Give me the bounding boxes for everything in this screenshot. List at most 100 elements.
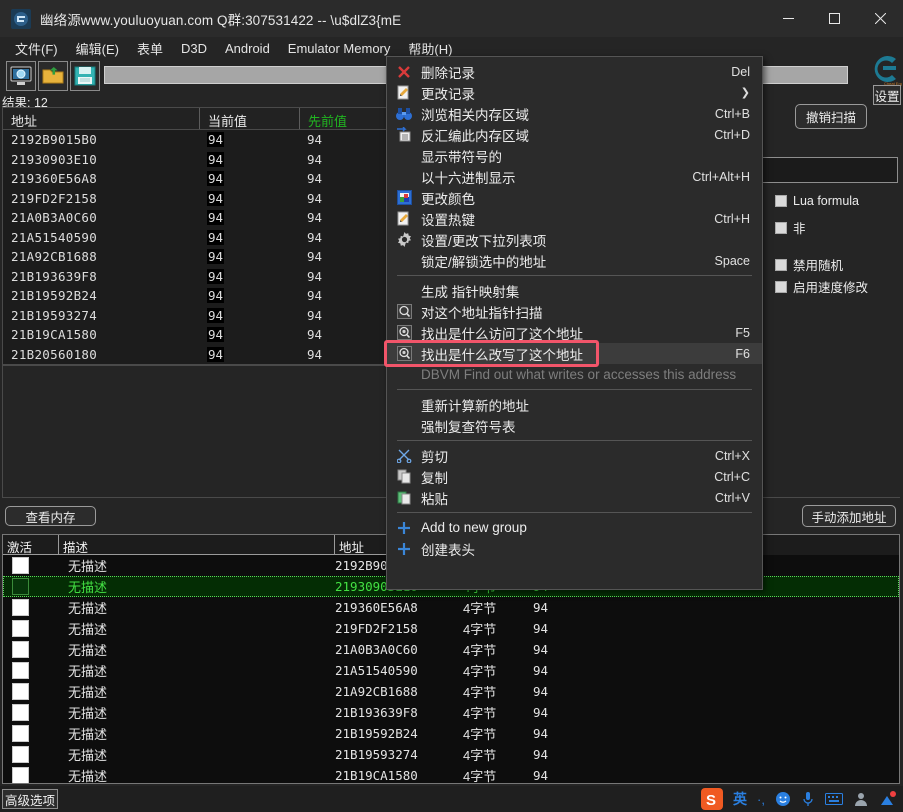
undo-scan-button[interactable]: 撤销扫描 (795, 104, 867, 129)
context-menu-item[interactable]: 复制Ctrl+C (387, 466, 762, 487)
scan-result-row[interactable]: 219360E56A89494 (3, 169, 387, 189)
row-active-checkbox[interactable] (3, 662, 59, 679)
sogou-ime-logo[interactable]: S (701, 788, 723, 810)
row-description: 无描述 (59, 703, 335, 722)
maximize-button[interactable] (811, 0, 857, 37)
result-current-value: 94 (199, 152, 299, 167)
advanced-options-button[interactable]: 高级选项 (2, 789, 58, 809)
table-row[interactable]: 无描述21B193639F84字节94 (3, 702, 899, 723)
row-active-checkbox[interactable] (3, 683, 59, 700)
table-row[interactable]: 无描述21B19CA15804字节94 (3, 765, 899, 784)
scan-result-row[interactable]: 219FD2F21589494 (3, 189, 387, 209)
table-row[interactable]: 无描述21B19592B244字节94 (3, 723, 899, 744)
menu-edit[interactable]: 编辑(E) (67, 37, 128, 60)
ime-language-icon[interactable]: 英 (733, 789, 747, 809)
context-menu-item[interactable]: 浏览相关内存区域Ctrl+B (387, 103, 762, 124)
menu-table[interactable]: 表单 (128, 37, 172, 60)
table-row[interactable]: 无描述21A92CB16884字节94 (3, 681, 899, 702)
context-menu-item[interactable]: 显示带符号的 (387, 145, 762, 166)
context-menu-item[interactable]: 重新计算新的地址 (387, 394, 762, 415)
checkbox-enable-speedhack[interactable]: 启用速度修改 (775, 277, 868, 296)
column-address[interactable]: 地址 (3, 108, 199, 129)
menu-file[interactable]: 文件(F) (6, 37, 67, 60)
row-value: 94 (525, 747, 595, 762)
context-menu-item[interactable]: 创建表头 (387, 538, 762, 559)
column-previous-value[interactable]: 先前值 (299, 108, 387, 129)
context-menu-item[interactable]: 更改颜色 (387, 187, 762, 208)
row-active-checkbox[interactable] (3, 704, 59, 721)
open-file-icon[interactable] (38, 61, 68, 91)
menu-d3d[interactable]: D3D (172, 39, 216, 58)
scan-result-row[interactable]: 21B19CA15809494 (3, 325, 387, 345)
view-memory-button[interactable]: 查看内存 (5, 506, 96, 526)
row-active-checkbox[interactable] (3, 641, 59, 658)
checkbox-lua-formula[interactable]: Lua formula (775, 194, 859, 208)
table-row[interactable]: 无描述21B195932744字节94 (3, 744, 899, 765)
scan-result-list[interactable]: 地址 当前值 先前值 2192B9015B0949421930903E10949… (2, 107, 388, 365)
save-file-icon[interactable] (70, 61, 100, 91)
scan-result-row[interactable]: 21B195932749494 (3, 306, 387, 326)
context-menu-item[interactable]: 生成 指针映射集 (387, 280, 762, 301)
context-menu-item[interactable]: 找出是什么访问了这个地址F5 (387, 322, 762, 343)
menu-emulator-memory[interactable]: Emulator Memory (279, 39, 400, 58)
close-button[interactable] (857, 0, 903, 37)
menu-android[interactable]: Android (216, 39, 279, 58)
context-menu-item[interactable]: 粘贴Ctrl+V (387, 487, 762, 508)
ime-account-icon[interactable] (853, 791, 869, 807)
scan-result-row[interactable]: 21B193639F89494 (3, 267, 387, 287)
context-menu-item[interactable]: 反汇编此内存区域Ctrl+D (387, 124, 762, 145)
scan-result-row[interactable]: 21930903E109494 (3, 150, 387, 170)
context-menu[interactable]: 删除记录Del更改记录❯浏览相关内存区域Ctrl+B反汇编此内存区域Ctrl+D… (386, 56, 763, 590)
column-current-value[interactable]: 当前值 (199, 108, 299, 129)
context-menu-item[interactable]: 对这个地址指针扫描 (387, 301, 762, 322)
scan-result-row[interactable]: 21A515405909494 (3, 228, 387, 248)
row-active-checkbox[interactable] (3, 557, 59, 574)
menu-item-label: 复制 (417, 467, 714, 487)
context-menu-item[interactable]: 更改记录❯ (387, 82, 762, 103)
context-menu-item[interactable]: 锁定/解锁选中的地址Space (387, 250, 762, 271)
ime-toolbox-icon[interactable] (879, 791, 897, 807)
ime-keyboard-icon[interactable] (825, 792, 843, 806)
chevron-right-icon: ❯ (741, 86, 750, 99)
menu-item-label: 找出是什么改写了这个地址 (417, 344, 735, 364)
context-menu-item[interactable]: Add to new group (387, 517, 762, 538)
checkbox-disable-random[interactable]: 禁用随机 (775, 255, 843, 274)
scan-result-row[interactable]: 21B19592B249494 (3, 286, 387, 306)
scan-result-row[interactable]: 21A92CB16889494 (3, 247, 387, 267)
table-row[interactable]: 无描述219FD2F21584字节94 (3, 618, 899, 639)
plus-icon (391, 540, 417, 558)
minimize-button[interactable] (765, 0, 811, 37)
ime-voice-icon[interactable] (801, 791, 815, 807)
context-menu-item[interactable]: 设置热键Ctrl+H (387, 208, 762, 229)
row-active-checkbox[interactable] (3, 746, 59, 763)
ime-punctuation-icon[interactable]: ·, (757, 792, 765, 807)
scan-result-row[interactable]: 21A0B3A0C609494 (3, 208, 387, 228)
context-menu-item[interactable]: 以十六进制显示Ctrl+Alt+H (387, 166, 762, 187)
ime-emoji-icon[interactable] (775, 791, 791, 807)
row-active-checkbox[interactable] (3, 599, 59, 616)
table-row[interactable]: 无描述21A515405904字节94 (3, 660, 899, 681)
open-process-icon[interactable] (6, 61, 36, 91)
row-active-checkbox[interactable] (3, 620, 59, 637)
column-active[interactable]: 激活 (3, 535, 59, 555)
manual-add-address-button[interactable]: 手动添加地址 (802, 505, 896, 527)
table-row[interactable]: 无描述219360E56A84字节94 (3, 597, 899, 618)
context-menu-item[interactable]: 设置/更改下拉列表项 (387, 229, 762, 250)
scan-value-input[interactable] (758, 157, 898, 183)
context-menu-item[interactable]: 找出是什么改写了这个地址F6 (387, 343, 762, 364)
result-current-value: 94 (199, 347, 299, 362)
context-menu-item[interactable]: 强制复查符号表 (387, 415, 762, 436)
row-active-checkbox[interactable] (3, 578, 59, 595)
column-description[interactable]: 描述 (59, 535, 335, 555)
settings-button[interactable]: 设置 (873, 85, 901, 105)
context-menu-item[interactable]: 删除记录Del (387, 61, 762, 82)
result-current-value: 94 (199, 308, 299, 323)
row-active-checkbox[interactable] (3, 767, 59, 784)
scan-result-row[interactable]: 2192B9015B09494 (3, 130, 387, 150)
checkbox-not[interactable]: 非 (775, 218, 806, 237)
scan-result-row[interactable]: 21B205601809494 (3, 345, 387, 365)
row-active-checkbox[interactable] (3, 725, 59, 742)
row-description: 无描述 (59, 577, 335, 596)
table-row[interactable]: 无描述21A0B3A0C604字节94 (3, 639, 899, 660)
context-menu-item[interactable]: 剪切Ctrl+X (387, 445, 762, 466)
